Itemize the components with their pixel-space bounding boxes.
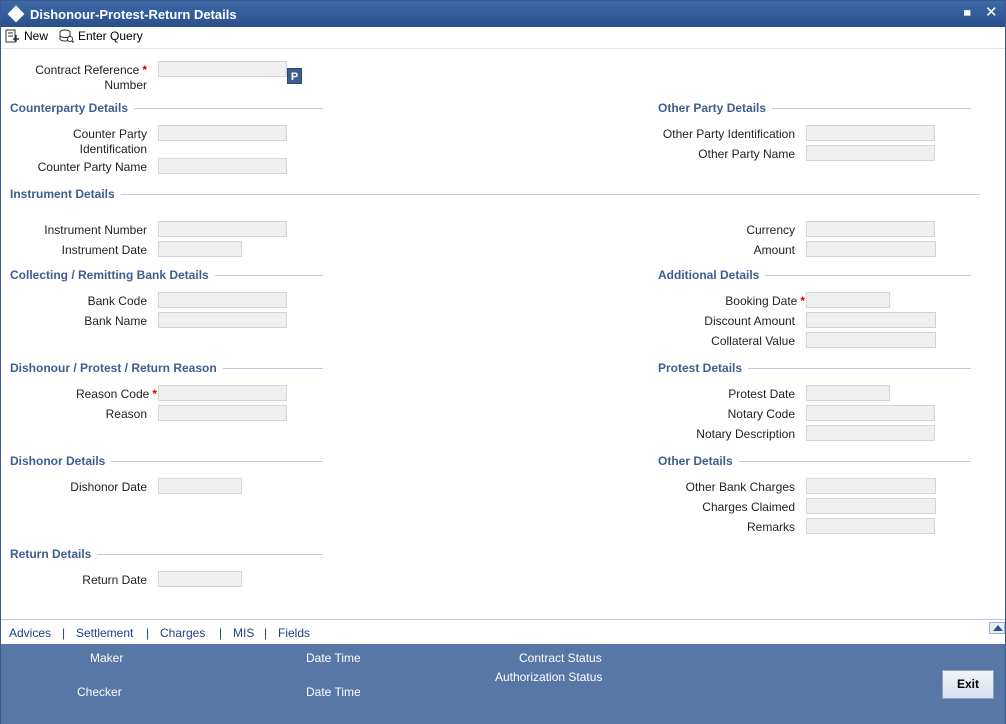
discount-amount-label: Discount Amount bbox=[704, 314, 795, 328]
bank-code-input[interactable] bbox=[158, 292, 287, 308]
tab-settlement[interactable]: Settlement bbox=[76, 626, 133, 640]
instrument-date-label: Instrument Date bbox=[61, 243, 147, 257]
bank-name-label: Bank Name bbox=[84, 314, 147, 328]
collateral-value-label: Collateral Value bbox=[711, 334, 795, 348]
return-date-input[interactable] bbox=[158, 571, 242, 587]
booking-date-input[interactable] bbox=[806, 292, 890, 308]
counter-party-name-label: Counter Party Name bbox=[37, 160, 147, 174]
checker-date-time-label: Date Time bbox=[306, 685, 361, 699]
tab-separator: | bbox=[62, 626, 66, 640]
other-party-id-label: Other Party Identification bbox=[662, 127, 795, 141]
tab-fields[interactable]: Fields bbox=[278, 626, 310, 640]
close-button[interactable]: ✕ bbox=[985, 3, 998, 21]
enter-query-button[interactable]: Enter Query bbox=[59, 29, 143, 43]
reason-input[interactable] bbox=[158, 405, 287, 421]
amount-label: Amount bbox=[753, 243, 795, 257]
sub-screen-tab-bar: Advices | Settlement | Charges | MIS | F… bbox=[1, 619, 1005, 644]
tab-charges[interactable]: Charges bbox=[160, 626, 205, 640]
dishonour-protest-return-window: Dishonour-Protest-Return Details ▄ ✕ New bbox=[0, 0, 1006, 724]
tab-separator: | bbox=[264, 626, 268, 640]
reason-code-input[interactable] bbox=[158, 385, 287, 401]
window-diamond-icon bbox=[7, 5, 25, 23]
checker-label: Checker bbox=[77, 685, 122, 699]
tab-separator: | bbox=[146, 626, 150, 640]
bank-name-input[interactable] bbox=[158, 312, 287, 328]
other-bank-charges-label: Other Bank Charges bbox=[685, 480, 795, 494]
other-party-name-label: Other Party Name bbox=[698, 147, 795, 161]
window-title: Dishonour-Protest-Return Details bbox=[30, 7, 237, 22]
other-bank-charges-input[interactable] bbox=[806, 478, 936, 494]
discount-amount-input[interactable] bbox=[806, 312, 936, 328]
new-document-icon bbox=[5, 29, 19, 43]
charges-claimed-label: Charges Claimed bbox=[702, 500, 795, 514]
instrument-number-input[interactable] bbox=[158, 221, 287, 237]
dishonor-date-label: Dishonor Date bbox=[70, 480, 147, 494]
additional-details-heading: Additional Details bbox=[658, 268, 971, 282]
other-details-heading: Other Details bbox=[658, 454, 971, 468]
currency-input[interactable] bbox=[806, 221, 935, 237]
collapse-up-icon[interactable] bbox=[989, 622, 1005, 634]
protest-details-heading: Protest Details bbox=[658, 361, 971, 375]
instrument-number-label: Instrument Number bbox=[44, 223, 147, 237]
other-party-id-input[interactable] bbox=[806, 125, 935, 141]
tab-mis[interactable]: MIS bbox=[233, 626, 254, 640]
tab-advices[interactable]: Advices bbox=[9, 626, 51, 640]
booking-date-label: Booking Date * bbox=[725, 294, 805, 308]
contract-reference-label: Contract Reference * Number bbox=[35, 63, 147, 92]
protest-date-label: Protest Date bbox=[728, 387, 795, 401]
counterparty-details-heading: Counterparty Details bbox=[10, 101, 323, 115]
authorization-status-label: Authorization Status bbox=[495, 670, 603, 684]
enter-query-label: Enter Query bbox=[78, 29, 143, 43]
dishonor-details-heading: Dishonor Details bbox=[10, 454, 323, 468]
counter-party-id-label: Counter Party Identification bbox=[72, 127, 147, 156]
tab-separator: | bbox=[219, 626, 223, 640]
toolbar: New Enter Query bbox=[1, 27, 1005, 49]
return-details-heading: Return Details bbox=[10, 547, 323, 561]
counter-party-name-input[interactable] bbox=[158, 158, 287, 174]
remarks-label: Remarks bbox=[746, 520, 795, 534]
p-lookup-button[interactable]: P bbox=[287, 68, 302, 84]
new-label: New bbox=[24, 29, 49, 43]
counter-party-id-input[interactable] bbox=[158, 125, 287, 141]
collateral-value-input[interactable] bbox=[806, 332, 936, 348]
collecting-bank-heading: Collecting / Remitting Bank Details bbox=[10, 268, 323, 282]
minimize-button[interactable]: ▄ bbox=[964, 5, 970, 15]
other-party-name-input[interactable] bbox=[806, 145, 935, 161]
notary-description-label: Notary Description bbox=[696, 427, 795, 441]
reason-label: Reason bbox=[105, 407, 147, 421]
remarks-input[interactable] bbox=[806, 518, 935, 534]
reason-code-label: Reason Code * bbox=[75, 387, 157, 401]
dishonor-date-input[interactable] bbox=[158, 478, 242, 494]
audit-status-panel: Maker Date Time Contract Status Authoriz… bbox=[1, 644, 1005, 724]
amount-input[interactable] bbox=[806, 241, 936, 257]
instrument-details-heading: Instrument Details bbox=[10, 187, 980, 201]
contract-status-label: Contract Status bbox=[519, 651, 602, 665]
title-bar: Dishonour-Protest-Return Details ▄ ✕ bbox=[1, 1, 1005, 27]
notary-code-input[interactable] bbox=[806, 405, 935, 421]
other-party-details-heading: Other Party Details bbox=[658, 101, 971, 115]
return-date-label: Return Date bbox=[82, 573, 147, 587]
query-database-icon bbox=[59, 29, 74, 43]
bank-code-label: Bank Code bbox=[87, 294, 147, 308]
notary-description-input[interactable] bbox=[806, 425, 935, 441]
new-button[interactable]: New bbox=[5, 29, 48, 43]
protest-date-input[interactable] bbox=[806, 385, 890, 401]
reason-heading: Dishonour / Protest / Return Reason bbox=[10, 361, 323, 375]
maker-date-time-label: Date Time bbox=[306, 651, 361, 665]
contract-reference-input[interactable] bbox=[158, 61, 287, 77]
currency-label: Currency bbox=[746, 223, 795, 237]
charges-claimed-input[interactable] bbox=[806, 498, 936, 514]
maker-label: Maker bbox=[90, 651, 124, 665]
instrument-date-input[interactable] bbox=[158, 241, 242, 257]
notary-code-label: Notary Code bbox=[727, 407, 795, 421]
exit-button[interactable]: Exit bbox=[942, 670, 994, 699]
